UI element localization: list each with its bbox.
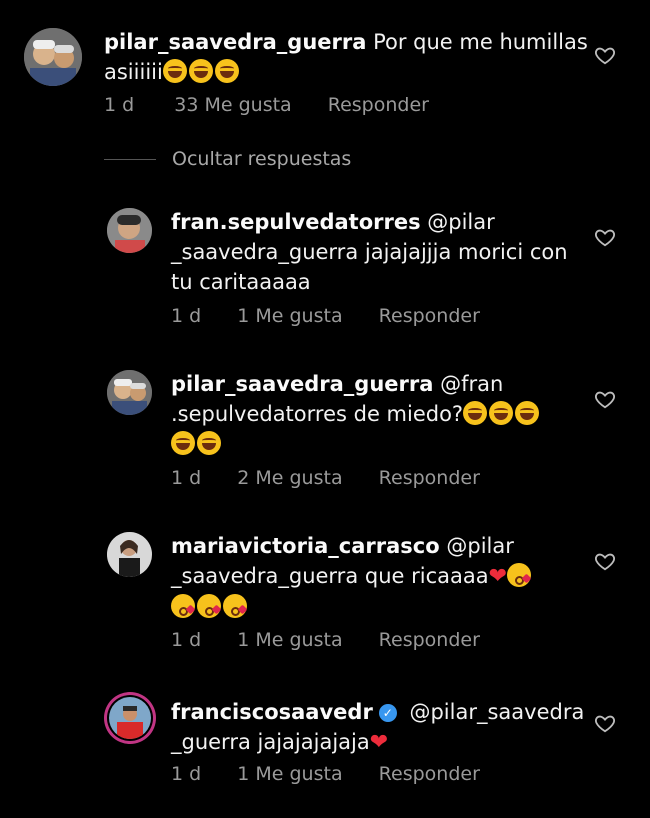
heart-like-icon[interactable] bbox=[594, 388, 616, 410]
comment-time: 1 d bbox=[171, 305, 202, 327]
comment-body: tu caritaaaaa bbox=[171, 270, 311, 294]
avatar[interactable] bbox=[107, 370, 152, 415]
comment-meta: 1 d 33 Me gusta Responder bbox=[104, 94, 429, 116]
hide-replies-button[interactable]: Ocultar respuestas bbox=[104, 148, 351, 176]
comment-meta: 1 d 1 Me gusta Responder bbox=[171, 629, 480, 651]
reply-button[interactable]: Responder bbox=[379, 305, 480, 327]
comment-time: 1 d bbox=[171, 763, 202, 785]
reply-button[interactable]: Responder bbox=[328, 94, 429, 116]
comment-meta: 1 d 1 Me gusta Responder bbox=[171, 305, 480, 327]
laughing-emoji bbox=[489, 401, 514, 425]
laughing-emoji bbox=[162, 59, 187, 83]
kissing-emoji bbox=[171, 594, 195, 618]
comment-body: Por que me humillas bbox=[366, 30, 588, 54]
reply-button[interactable]: Responder bbox=[379, 763, 480, 785]
kissing-emoji bbox=[507, 563, 532, 587]
avatar[interactable] bbox=[104, 692, 156, 744]
comment-text: franciscosaavedr ✓ @pilar_saavedra _guerr… bbox=[171, 697, 591, 758]
reply-button[interactable]: Responder bbox=[379, 629, 480, 651]
comment-likes[interactable]: 33 Me gusta bbox=[174, 94, 291, 116]
comment-username[interactable]: franciscosaavedr bbox=[171, 700, 373, 724]
comment-text: pilar_saavedra_guerra @fran .sepulvedato… bbox=[171, 369, 591, 459]
red-heart-emoji: ❤ bbox=[488, 564, 508, 589]
avatar[interactable] bbox=[107, 208, 152, 253]
heart-like-icon[interactable] bbox=[594, 550, 616, 572]
laughing-emoji bbox=[197, 431, 221, 455]
comment-text: fran.sepulvedatorres @pilar _saavedra_gu… bbox=[171, 207, 591, 297]
comment-body: @pilar_saavedra bbox=[402, 700, 585, 724]
comment-time: 1 d bbox=[104, 94, 135, 116]
comment-time: 1 d bbox=[171, 629, 202, 651]
laughing-emoji bbox=[214, 59, 239, 83]
comment-meta: 1 d 2 Me gusta Responder bbox=[171, 467, 480, 489]
laughing-emoji bbox=[188, 59, 213, 83]
avatar[interactable] bbox=[24, 28, 82, 86]
laughing-emoji bbox=[171, 431, 195, 455]
comment-text: mariavictoria_carrasco @pilar _saavedra_… bbox=[171, 531, 591, 622]
comment-body: @fran bbox=[433, 372, 504, 396]
heart-like-icon[interactable] bbox=[594, 712, 616, 734]
comment-time: 1 d bbox=[171, 467, 202, 489]
laughing-emoji bbox=[463, 401, 488, 425]
comment-body: @pilar bbox=[420, 210, 495, 234]
reply-button[interactable]: Responder bbox=[379, 467, 480, 489]
comment-username[interactable]: fran.sepulvedatorres bbox=[171, 210, 421, 234]
heart-like-icon[interactable] bbox=[594, 226, 616, 248]
verified-badge-icon: ✓ bbox=[378, 704, 397, 722]
comment-username[interactable]: pilar_saavedra_guerra bbox=[171, 372, 433, 396]
comment-body: _guerra jajajajajaja bbox=[171, 730, 370, 754]
heart-like-icon[interactable] bbox=[594, 44, 616, 66]
comment-username[interactable]: pilar_saavedra_guerra bbox=[104, 30, 366, 54]
comment-text: pilar_saavedra_guerra Por que me humilla… bbox=[104, 27, 594, 87]
comment-body: _saavedra_guerra jajajajjja morici con bbox=[171, 240, 568, 264]
comment-likes[interactable]: 1 Me gusta bbox=[237, 305, 342, 327]
red-heart-emoji: ❤ bbox=[369, 730, 389, 755]
comment-username[interactable]: mariavictoria_carrasco bbox=[171, 534, 440, 558]
comment-body: asiiiiii bbox=[104, 60, 163, 84]
kissing-emoji bbox=[223, 594, 247, 618]
divider bbox=[104, 159, 156, 160]
kissing-emoji bbox=[197, 594, 221, 618]
comment-likes[interactable]: 1 Me gusta bbox=[237, 629, 342, 651]
hide-replies-label[interactable]: Ocultar respuestas bbox=[172, 148, 351, 170]
comment-likes[interactable]: 1 Me gusta bbox=[237, 763, 342, 785]
comment-body: _saavedra_guerra que ricaaaa bbox=[171, 564, 489, 588]
comment-meta: 1 d 1 Me gusta Responder bbox=[171, 763, 480, 785]
comment-body: .sepulvedatorres de miedo? bbox=[171, 402, 464, 426]
comment-body: @pilar bbox=[439, 534, 514, 558]
avatar[interactable] bbox=[107, 532, 152, 577]
comment-likes[interactable]: 2 Me gusta bbox=[237, 467, 342, 489]
laughing-emoji bbox=[515, 401, 540, 425]
